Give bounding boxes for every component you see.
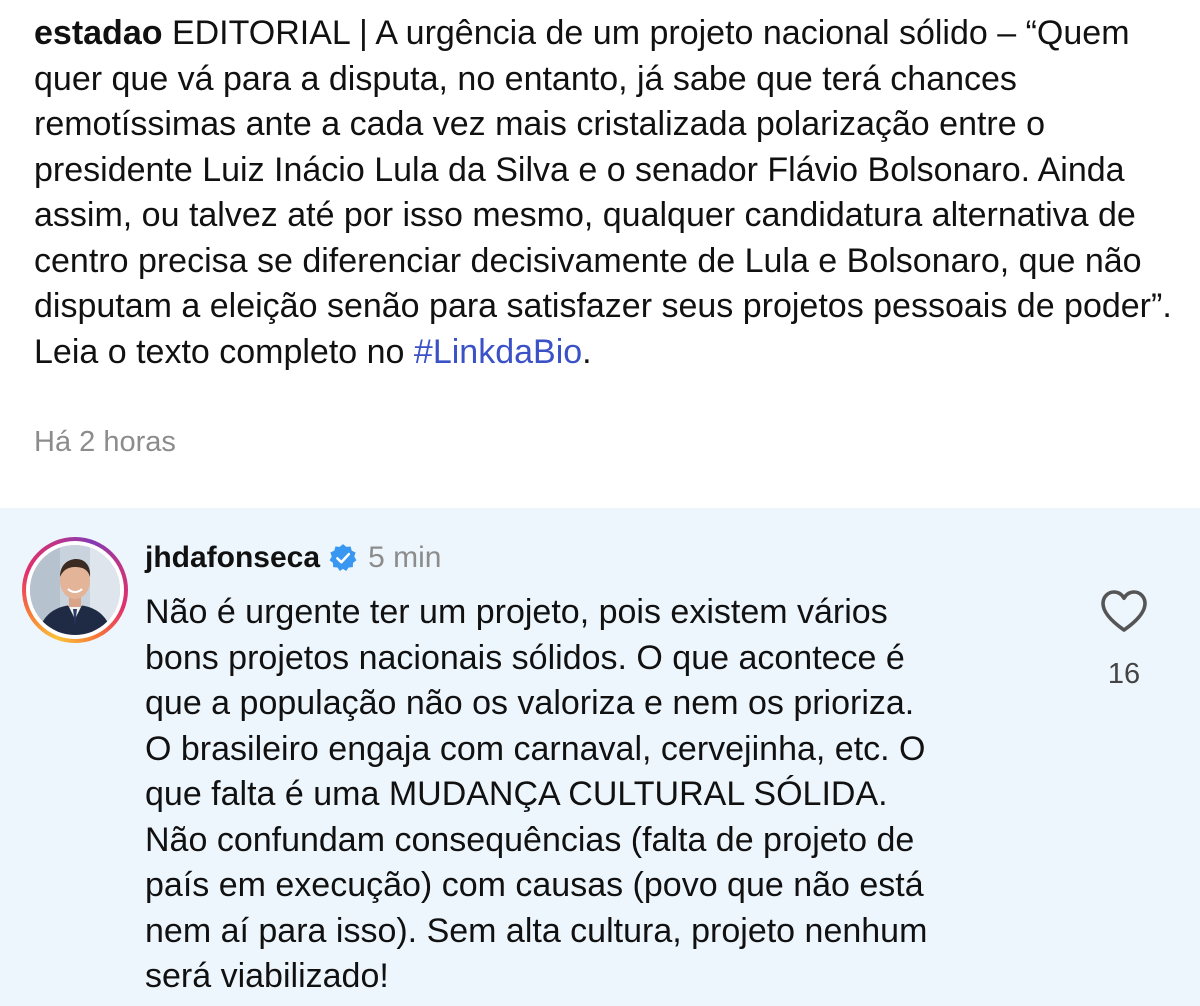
caption-text: estadao EDITORIAL | A urgência de um pro… xyxy=(34,11,1174,375)
caption-body: EDITORIAL | A urgência de um projeto nac… xyxy=(34,14,1172,371)
avatar-photo-icon xyxy=(30,545,120,635)
heart-outline-icon[interactable] xyxy=(1099,588,1149,634)
avatar[interactable] xyxy=(30,545,120,635)
caption-period: . xyxy=(582,332,592,371)
comment-text: Não é urgente ter um projeto, pois exist… xyxy=(145,593,928,995)
caption-hashtag-link[interactable]: #LinkdaBio xyxy=(414,333,582,371)
like-count: 16 xyxy=(1107,658,1141,690)
verified-badge-icon xyxy=(328,543,358,573)
comment-header: jhdafonseca 5 min xyxy=(145,537,441,579)
comment-item: jhdafonseca 5 min Não é urgente ter um p… xyxy=(0,508,1200,1006)
post-caption: estadao EDITORIAL | A urgência de um pro… xyxy=(0,0,1200,478)
comment-timestamp: 5 min xyxy=(368,541,442,574)
avatar-story-ring[interactable] xyxy=(22,537,128,643)
caption-timestamp: Há 2 horas xyxy=(34,426,176,458)
comment-username[interactable]: jhdafonseca xyxy=(145,537,320,579)
caption-username[interactable]: estadao xyxy=(34,14,163,52)
